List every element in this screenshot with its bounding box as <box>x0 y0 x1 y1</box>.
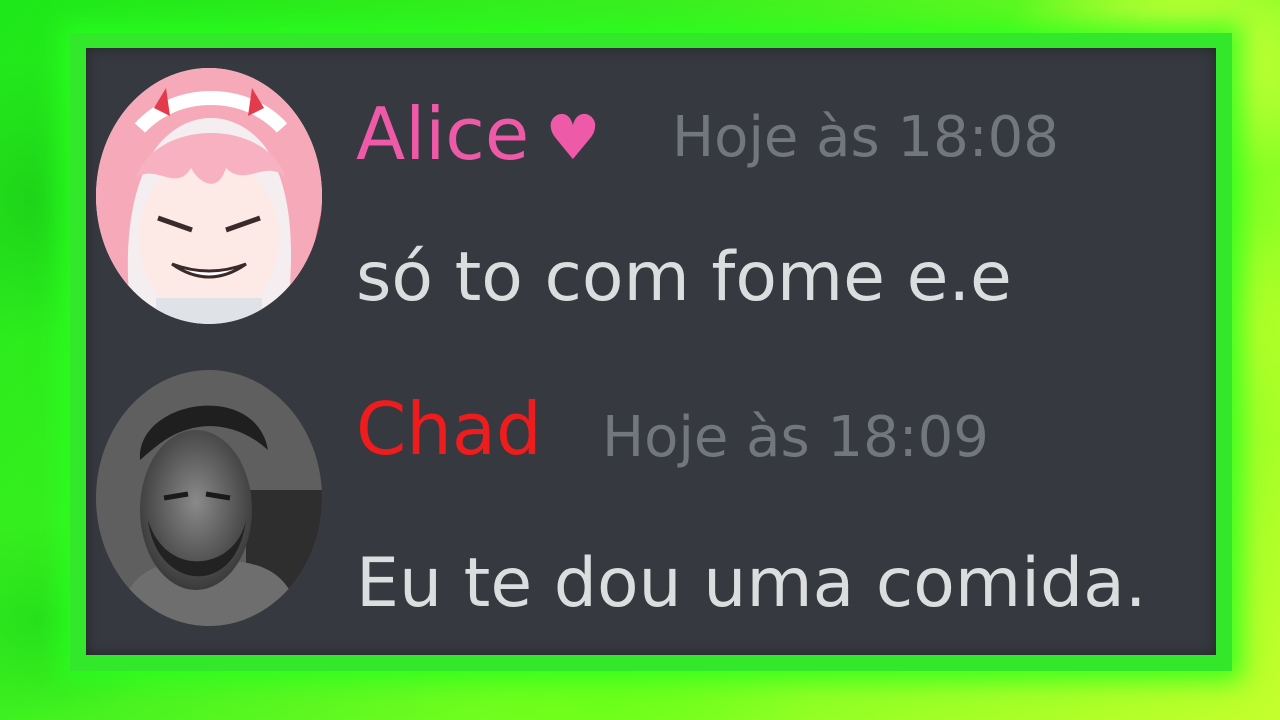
message-text-chad: Eu te dou uma comida. <box>356 544 1147 623</box>
username-alice-label: Alice <box>356 92 530 176</box>
timestamp-chad: Hoje às 18:09 <box>602 405 989 470</box>
timestamp-alice: Hoje às 18:08 <box>672 105 1059 170</box>
message-text-alice: só to com fome e.e <box>356 238 1012 317</box>
heart-icon: ♥ <box>545 101 601 174</box>
username-chad-label: Chad <box>356 387 542 471</box>
avatar-alice[interactable] <box>96 68 322 324</box>
username-chad[interactable]: Chad <box>356 393 542 465</box>
username-alice[interactable]: Alice ♥ <box>356 98 601 170</box>
chat-panel: Alice ♥ Hoje às 18:08 só to com fome e.e … <box>86 48 1216 655</box>
avatar-chad[interactable] <box>96 370 322 626</box>
